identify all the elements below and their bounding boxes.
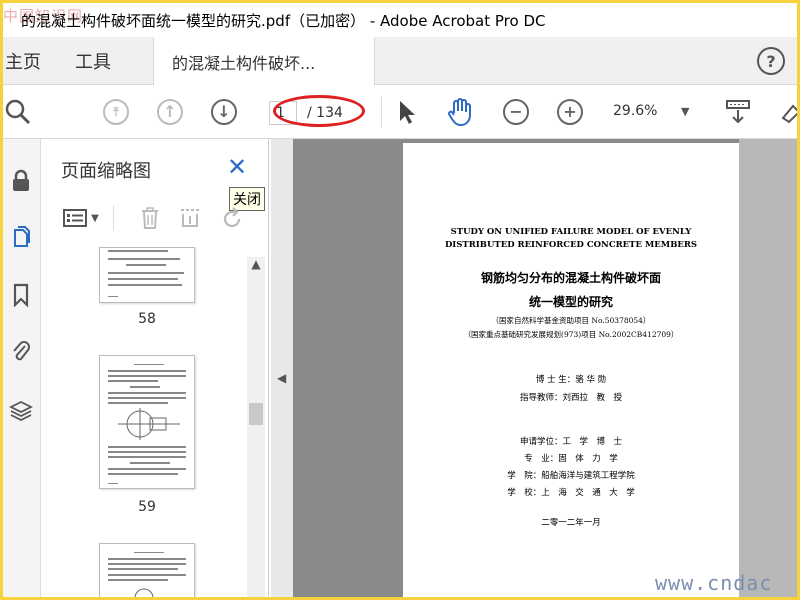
options-menu-icon[interactable]: ▼ [61, 205, 101, 231]
tab-bar: 主页 工具 的混凝土构件破坏... ? [3, 37, 797, 86]
document-view[interactable]: STUDY ON UNIFIED FAILURE MODEL OF EVENLY… [293, 139, 797, 597]
highlight-tool-icon[interactable] [775, 97, 797, 127]
chinese-title-line-1: 钢筋均匀分布的混凝土构件破坏面 [480, 271, 661, 285]
zoom-dropdown-icon[interactable]: ▼ [681, 105, 689, 118]
layers-icon[interactable] [7, 397, 35, 425]
hand-tool-icon[interactable] [445, 97, 475, 127]
select-arrow-icon[interactable] [391, 97, 421, 127]
panel-title: 页面缩略图 [61, 161, 151, 182]
english-title-line-1: STUDY ON UNIFIED FAILURE MODEL OF EVENLY [450, 227, 692, 237]
tab-document-label: 的混凝土构件破坏... [172, 53, 316, 73]
acrobat-window: 中国知识网 的混凝土构件破坏面统一模型的研究.pdf（已加密） - Adobe … [3, 3, 797, 597]
panel-collapse-handle[interactable]: ◀ [271, 139, 293, 597]
bookmark-icon[interactable] [7, 281, 35, 309]
fund-note-2: （国家重点基础研究发展规划(973)项目 No.2002CB412709） [463, 330, 679, 339]
tab-home[interactable]: 主页 [5, 37, 41, 85]
page-thumbnails-icon[interactable] [7, 223, 35, 251]
tab-document[interactable]: 的混凝土构件破坏... [153, 37, 375, 86]
first-page-icon[interactable]: ⤒ [101, 97, 131, 127]
panel-divider [113, 205, 114, 231]
site-watermark: www.cndac [655, 571, 773, 595]
lock-icon[interactable] [7, 167, 35, 195]
school-line: 学 院：船舶海洋与建筑工程学院 [507, 471, 635, 481]
page-thumbnails-panel: 页面缩略图 ✕ 关闭 ▼ 58 59 ▲ [41, 139, 269, 597]
page-number-input[interactable] [269, 101, 297, 125]
document-page: STUDY ON UNIFIED FAILURE MODEL OF EVENLY… [403, 143, 739, 597]
university-line: 学 校：上 海 交 通 大 学 [507, 488, 635, 498]
rotate-page-icon[interactable] [219, 205, 245, 231]
left-navigation-rail [3, 139, 41, 597]
thumbnail-label: 59 [138, 499, 156, 515]
panel-toolbar: ▼ [57, 201, 257, 235]
zoom-level[interactable]: 29.6% [613, 103, 657, 119]
title-bar: 中国知识网 的混凝土构件破坏面统一模型的研究.pdf（已加密） - Adobe … [3, 3, 797, 37]
zoom-out-icon[interactable]: − [501, 97, 531, 127]
toolbar: ⤒ ↑ ↓ / 134 − + 29.6% ▼ [3, 85, 797, 139]
student-line: 博 士 生：骆 华 勋 [535, 375, 607, 385]
attachment-icon[interactable] [7, 337, 35, 365]
page-total: / 134 [307, 105, 343, 121]
chevron-left-icon: ◀ [277, 371, 287, 385]
major-line: 专 业：固 体 力 学 [524, 454, 618, 464]
previous-page-icon[interactable]: ↑ [155, 97, 185, 127]
thumbnail-label: 58 [138, 311, 156, 327]
zoom-in-icon[interactable]: + [555, 97, 585, 127]
delete-page-icon[interactable] [137, 205, 163, 231]
english-title-line-2: DISTRIBUTED REINFORCED CONCRETE MEMBERS [444, 240, 698, 250]
scroll-thumb[interactable] [249, 403, 263, 425]
thumbnail-page-60[interactable] [99, 543, 195, 597]
date-line: 二零一二年一月 [541, 518, 601, 528]
degree-line: 申请学位：工 学 博 士 [519, 437, 622, 447]
thumbnail-list: 58 59 [41, 247, 269, 597]
scroll-mode-icon[interactable] [723, 97, 753, 127]
help-button[interactable]: ? [757, 47, 785, 75]
window-title: 的混凝土构件破坏面统一模型的研究.pdf（已加密） - Adobe Acroba… [21, 12, 546, 30]
close-icon[interactable]: ✕ [227, 153, 247, 181]
advisor-line: 指导教师：刘西拉 教 授 [519, 393, 622, 403]
extract-page-icon[interactable] [177, 205, 203, 231]
search-icon[interactable] [3, 97, 33, 127]
document-margin [739, 139, 797, 597]
next-page-icon[interactable]: ↓ [209, 97, 239, 127]
thumbnail-page-59[interactable] [99, 355, 195, 489]
thumbnail-scrollbar[interactable]: ▲ [247, 257, 265, 597]
fund-note-1: （国家自然科学基金资助项目 No.50378054） [491, 316, 651, 325]
thumbnail-page-58[interactable] [99, 247, 195, 303]
page-navigator: / 134 [269, 99, 363, 127]
toolbar-divider [381, 97, 382, 127]
tab-tools[interactable]: 工具 [75, 37, 111, 85]
chinese-title-line-2: 统一模型的研究 [528, 295, 613, 309]
scroll-up-icon[interactable]: ▲ [247, 257, 265, 275]
